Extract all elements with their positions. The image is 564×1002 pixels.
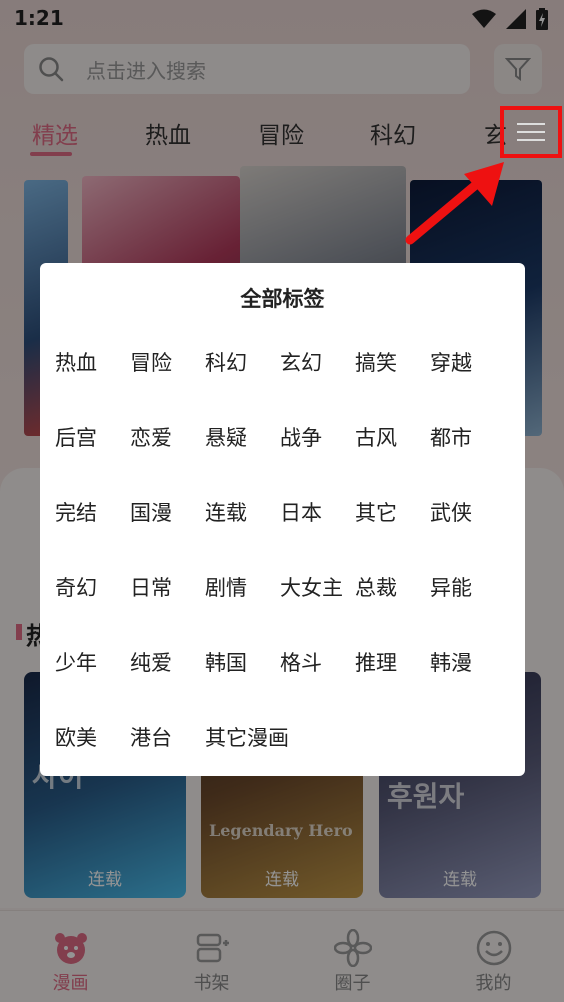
tag-item[interactable]: 冒险	[130, 348, 205, 423]
tag-item[interactable]: 总裁	[355, 573, 430, 648]
tag-item[interactable]: 热血	[55, 348, 130, 423]
tag-item[interactable]: 悬疑	[205, 423, 280, 498]
dialog-title: 全部标签	[240, 287, 325, 311]
tags-grid: 热血 冒险 科幻 玄幻 搞笑 穿越后宫 恋爱 悬疑 战争 古风 都市完结 国漫 连载 日本 其它 武侠奇幻 日常…	[55, 348, 525, 798]
tag-item[interactable]: 战争	[280, 423, 355, 498]
all-tags-dialog: 全部标签 热血 冒险 科幻 玄幻 搞笑 穿越后宫 恋爱 悬疑 战争 古风 都市完结 国漫 连载 日本 其它武…	[40, 263, 525, 776]
tag-item[interactable]: 剧情	[205, 573, 280, 648]
tag-item[interactable]: 都市	[430, 423, 505, 498]
annotation-arrow-icon	[405, 162, 504, 245]
tag-item[interactable]: 恋爱	[130, 423, 205, 498]
tag-item[interactable]: 其它漫画	[205, 723, 289, 798]
tag-item[interactable]: 港台	[130, 723, 205, 798]
tag-item[interactable]: 大女主	[280, 573, 355, 648]
all-tags-menu-button[interactable]	[500, 106, 562, 158]
tag-item[interactable]: 搞笑	[355, 348, 430, 423]
tag-item[interactable]: 格斗	[280, 648, 355, 723]
tag-item[interactable]: 其它	[355, 498, 430, 573]
tag-item[interactable]: 日本	[280, 498, 355, 573]
tag-item[interactable]: 奇幻	[55, 573, 130, 648]
tag-item[interactable]: 异能	[430, 573, 505, 648]
tag-item[interactable]: 韩漫	[430, 648, 505, 723]
tag-item[interactable]: 连载	[205, 498, 280, 573]
tag-item[interactable]: 少年	[55, 648, 130, 723]
menu-icon	[517, 122, 545, 142]
tag-item[interactable]: 武侠	[430, 498, 505, 573]
tag-item[interactable]: 完结	[55, 498, 130, 573]
tag-item[interactable]: 后宫	[55, 423, 130, 498]
tag-item[interactable]: 科幻	[205, 348, 280, 423]
tag-item[interactable]: 推理	[355, 648, 430, 723]
tag-item[interactable]: 穿越	[430, 348, 505, 423]
tag-item[interactable]: 玄幻	[280, 348, 355, 423]
tag-item[interactable]: 欧美	[55, 723, 130, 798]
tag-item[interactable]: 纯爱	[130, 648, 205, 723]
tag-item[interactable]: 古风	[355, 423, 430, 498]
tag-item[interactable]: 韩国	[205, 648, 280, 723]
tag-item[interactable]: 日常	[130, 573, 205, 648]
tag-item[interactable]: 国漫	[130, 498, 205, 573]
